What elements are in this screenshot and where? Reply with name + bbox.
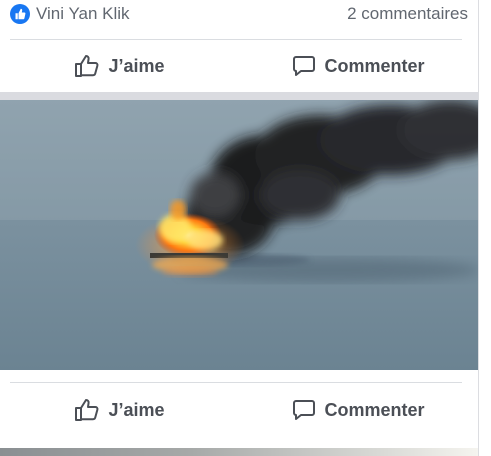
like-label: J’aime: [108, 399, 165, 420]
like-button[interactable]: J’aime: [0, 54, 239, 78]
comment-button[interactable]: Commenter: [239, 398, 478, 422]
reaction-summary[interactable]: Vini Yan Klik: [10, 4, 130, 24]
like-button[interactable]: J’aime: [0, 398, 239, 422]
like-label: J’aime: [108, 55, 165, 76]
burning-ship-photo: [0, 100, 478, 370]
comment-label: Commenter: [324, 399, 425, 420]
comment-bubble-icon: [292, 54, 316, 78]
post-card: Vini Yan Klik 2 commentaires J’aime Comm…: [0, 0, 478, 92]
next-post-photo-edge[interactable]: [0, 448, 478, 456]
liker-name[interactable]: Vini Yan Klik: [36, 4, 130, 24]
thumbs-up-icon: [74, 54, 100, 78]
divider: [10, 382, 462, 383]
like-reaction-icon: [10, 4, 30, 24]
post-actions: J’aime Commenter: [0, 44, 478, 88]
comment-label: Commenter: [324, 55, 425, 76]
comment-button[interactable]: Commenter: [239, 54, 478, 78]
post-actions: J’aime Commenter: [0, 388, 478, 432]
reaction-summary-row: Vini Yan Klik 2 commentaires: [10, 0, 468, 28]
divider: [10, 39, 462, 40]
scroll-edge: [478, 0, 491, 456]
comments-count[interactable]: 2 commentaires: [347, 4, 468, 24]
thumbs-up-icon: [74, 398, 100, 422]
comment-bubble-icon: [292, 398, 316, 422]
post-card-footer: J’aime Commenter: [0, 370, 478, 448]
feed-separator: [0, 92, 478, 100]
post-photo[interactable]: [0, 100, 478, 370]
